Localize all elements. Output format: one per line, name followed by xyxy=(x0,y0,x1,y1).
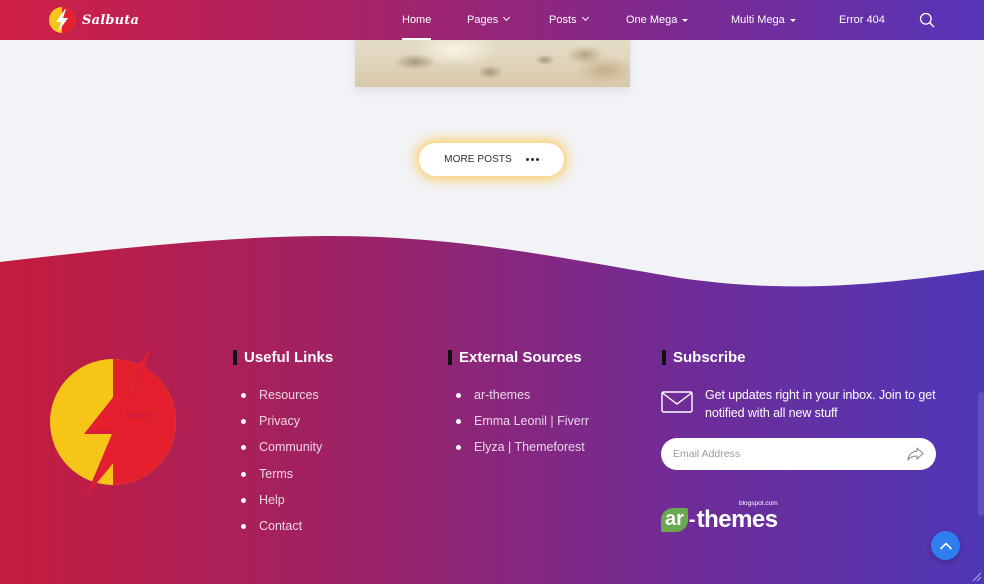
nav-item-label: Home xyxy=(402,14,432,26)
ar-badge: ar xyxy=(661,508,688,532)
nav-item-error-404[interactable]: Error 404 xyxy=(839,0,885,40)
caret-down-icon xyxy=(789,18,796,22)
nav-item-multi-mega[interactable]: Multi Mega xyxy=(731,0,796,40)
more-posts-button[interactable]: MORE POSTS xyxy=(419,143,564,176)
back-to-top-button[interactable] xyxy=(931,531,960,560)
chevron-up-icon xyxy=(939,542,952,549)
subscribe-form xyxy=(661,438,936,470)
subscribe-title: Subscribe xyxy=(662,349,746,367)
footer-link-ar-themes[interactable]: ar-themes xyxy=(456,386,589,412)
nav-item-pages[interactable]: Pages xyxy=(467,0,511,40)
footer-link-help[interactable]: Help xyxy=(241,491,322,517)
footer-link-terms[interactable]: Terms xyxy=(241,465,322,491)
mail-icon xyxy=(661,391,693,413)
ar-themes-logo[interactable]: ar - themes blogspot.com xyxy=(661,500,779,533)
search-icon[interactable] xyxy=(919,12,935,28)
resize-grip-icon[interactable] xyxy=(970,570,982,582)
main-nav: Home Pages Posts One Mega Multi Mega Err… xyxy=(0,0,984,40)
nav-item-home[interactable]: Home xyxy=(402,0,432,40)
external-sources-list: ar-themes Emma Leonil | Fiverr Elyza | T… xyxy=(456,386,589,465)
nav-item-one-mega[interactable]: One Mega xyxy=(626,0,689,40)
footer-link-themeforest[interactable]: Elyza | Themeforest xyxy=(456,438,589,464)
footer-link-fiverr[interactable]: Emma Leonil | Fiverr xyxy=(456,412,589,438)
top-navbar: Salbuta Home Pages Posts One Mega Multi … xyxy=(0,0,984,40)
footer-link-privacy[interactable]: Privacy xyxy=(241,412,322,438)
nav-item-label: Multi Mega xyxy=(731,14,785,26)
nav-item-label: Error 404 xyxy=(839,14,885,26)
useful-links-list: Resources Privacy Community Terms Help C… xyxy=(241,386,322,543)
send-arrow-icon[interactable] xyxy=(907,446,924,462)
footer-lightning-logo-icon xyxy=(50,348,176,496)
footer-link-contact[interactable]: Contact xyxy=(241,517,322,543)
chevron-down-icon xyxy=(503,13,511,22)
chevron-down-icon xyxy=(581,13,589,22)
nav-item-label: Pages xyxy=(467,14,499,26)
email-field[interactable] xyxy=(673,438,898,470)
scrollbar[interactable] xyxy=(978,392,984,516)
nav-item-label: One Mega xyxy=(626,14,678,26)
footer-link-resources[interactable]: Resources xyxy=(241,386,322,412)
nav-item-posts[interactable]: Posts xyxy=(549,0,589,40)
useful-links-title: Useful Links xyxy=(233,349,333,367)
nav-item-label: Posts xyxy=(549,14,577,26)
more-posts-label: MORE POSTS xyxy=(444,154,512,165)
more-dots-icon xyxy=(525,158,539,161)
subscribe-description: Get updates right in your inbox. Join to… xyxy=(705,388,936,420)
ar-dash: - xyxy=(688,509,696,531)
ar-word: themes xyxy=(696,506,779,533)
caret-down-icon xyxy=(682,18,689,22)
footer-link-community[interactable]: Community xyxy=(241,438,322,464)
ar-domain: blogspot.com xyxy=(738,500,778,507)
external-sources-title: External Sources xyxy=(448,349,582,367)
subscribe-info: Get updates right in your inbox. Join to… xyxy=(661,386,951,422)
